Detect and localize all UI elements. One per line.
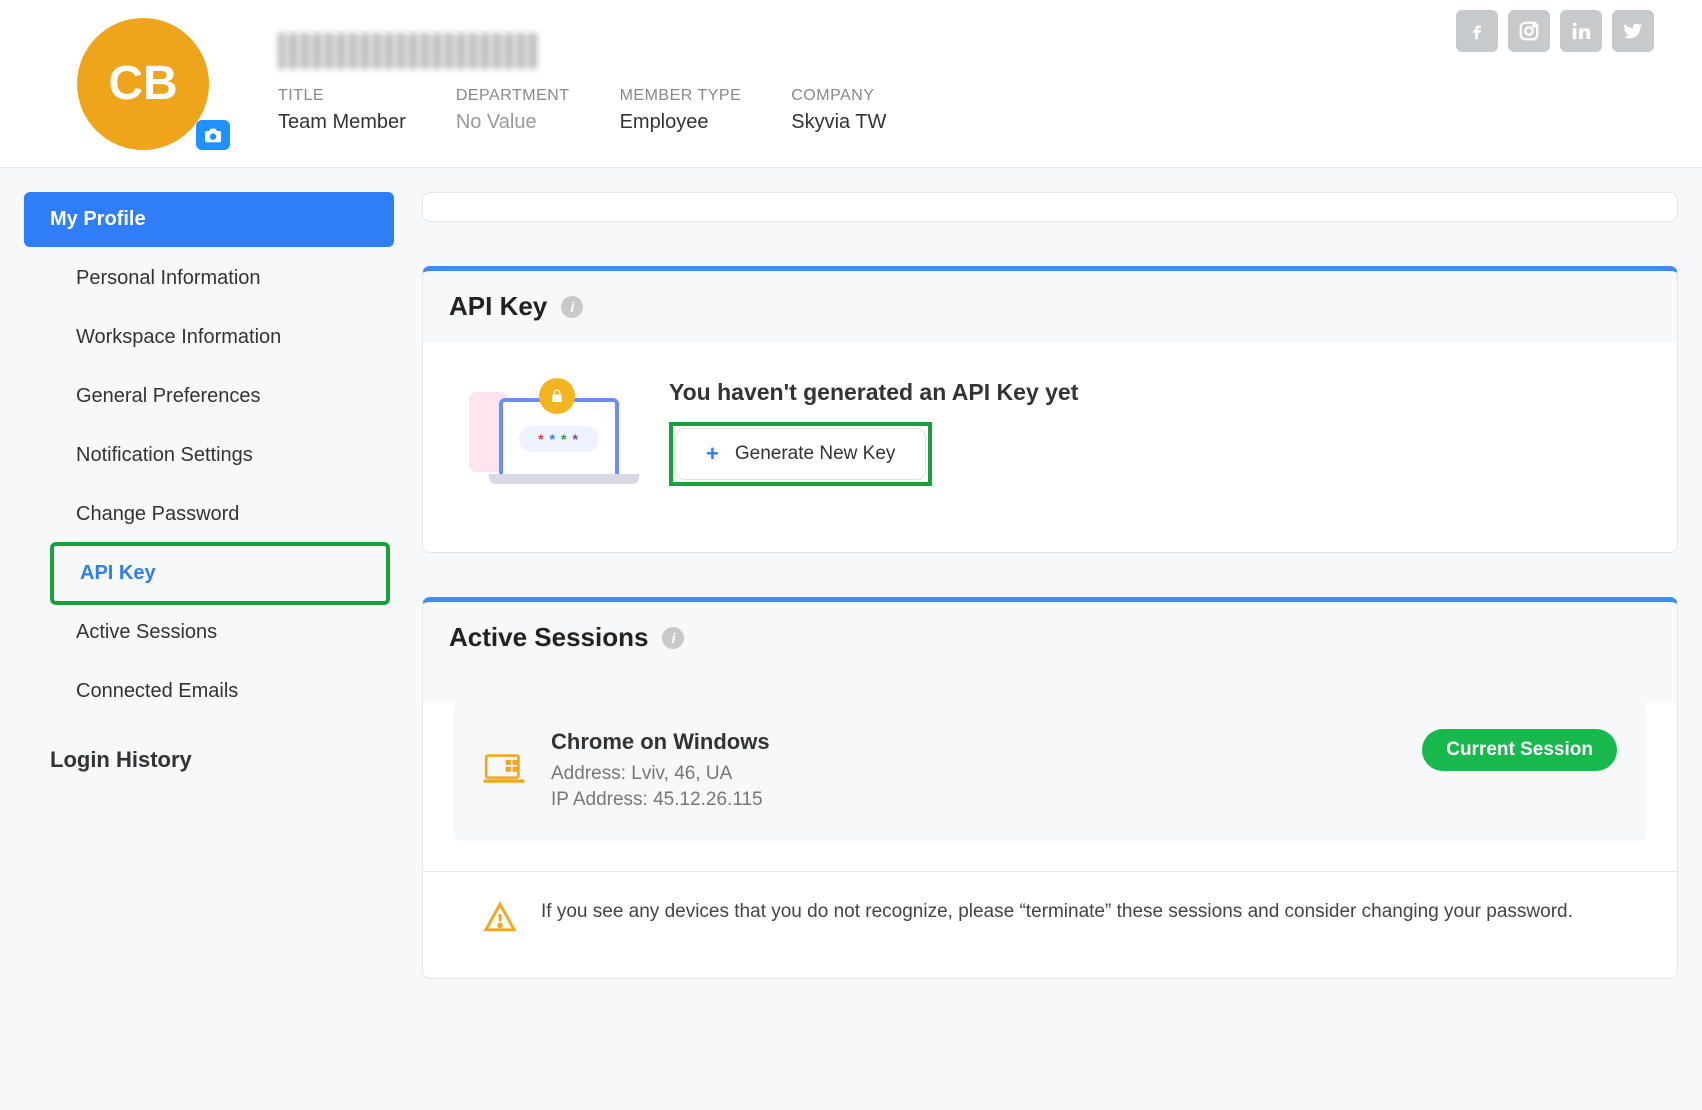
meta-title: TITLE Team Member xyxy=(278,87,406,134)
settings-sidebar: My Profile Personal Information Workspac… xyxy=(24,192,394,1023)
generate-new-key-button[interactable]: + Generate New Key xyxy=(675,428,926,480)
previous-card-edge xyxy=(422,192,1678,222)
info-icon[interactable]: i xyxy=(561,296,583,318)
sidebar-item-login-history[interactable]: Login History xyxy=(24,747,394,773)
meta-company-value: Skyvia TW xyxy=(791,111,886,134)
info-icon[interactable]: i xyxy=(662,627,684,649)
sidebar-item-workspace-info[interactable]: Workspace Information xyxy=(24,310,394,365)
twitter-icon[interactable] xyxy=(1612,10,1654,52)
sidebar-item-connected-emails[interactable]: Connected Emails xyxy=(24,664,394,719)
instagram-icon[interactable] xyxy=(1508,10,1550,52)
social-links xyxy=(1456,0,1654,52)
meta-member-value: Employee xyxy=(620,111,742,134)
meta-department: DEPARTMENT No Value xyxy=(456,87,570,134)
api-key-heading: API Key xyxy=(449,291,547,322)
meta-dept-value: No Value xyxy=(456,111,570,134)
active-sessions-card: Active Sessions i Chrome on Windows Addr… xyxy=(422,597,1678,979)
meta-title-label: TITLE xyxy=(278,87,406,105)
api-key-card: API Key i **** You haven't gener xyxy=(422,266,1678,553)
session-warning-text: If you see any devices that you do not r… xyxy=(541,898,1573,927)
session-warning: If you see any devices that you do not r… xyxy=(423,872,1677,978)
sidebar-item-active-sessions[interactable]: Active Sessions xyxy=(24,605,394,660)
api-key-illustration: **** xyxy=(469,372,629,492)
sidebar-item-general-prefs[interactable]: General Preferences xyxy=(24,369,394,424)
meta-company-label: COMPANY xyxy=(791,87,886,105)
sidebar-item-notification-settings[interactable]: Notification Settings xyxy=(24,428,394,483)
profile-header: CB TITLE Team Member DEPARTMENT No Value… xyxy=(0,0,1702,168)
sidebar-item-change-password[interactable]: Change Password xyxy=(24,487,394,542)
avatar-initials: CB xyxy=(108,56,177,111)
meta-company: COMPANY Skyvia TW xyxy=(791,87,886,134)
facebook-icon[interactable] xyxy=(1456,10,1498,52)
generate-key-highlight: + Generate New Key xyxy=(669,422,932,486)
lock-icon xyxy=(539,378,575,414)
sidebar-item-api-key[interactable]: API Key xyxy=(50,542,390,605)
device-windows-icon xyxy=(483,753,525,792)
session-device: Chrome on Windows xyxy=(551,729,770,755)
meta-member-label: MEMBER TYPE xyxy=(620,87,742,105)
plus-icon: + xyxy=(706,441,719,467)
meta-dept-label: DEPARTMENT xyxy=(456,87,570,105)
api-key-empty-message: You haven't generated an API Key yet xyxy=(669,379,1078,406)
session-ip: IP Address: 45.12.26.115 xyxy=(551,789,770,811)
avatar: CB xyxy=(77,18,209,150)
user-name-redacted xyxy=(278,33,538,69)
session-row: Chrome on Windows Address: Lviv, 46, UA … xyxy=(453,703,1647,841)
header-info: TITLE Team Member DEPARTMENT No Value ME… xyxy=(278,33,1416,134)
meta-title-value: Team Member xyxy=(278,111,406,134)
camera-icon[interactable] xyxy=(196,120,230,150)
current-session-badge: Current Session xyxy=(1422,729,1617,771)
linkedin-icon[interactable] xyxy=(1560,10,1602,52)
warning-icon xyxy=(483,900,517,944)
sidebar-item-personal-info[interactable]: Personal Information xyxy=(24,251,394,306)
generate-key-label: Generate New Key xyxy=(735,443,896,465)
avatar-container[interactable]: CB xyxy=(48,18,238,150)
active-sessions-heading: Active Sessions xyxy=(449,622,648,653)
session-address: Address: Lviv, 46, UA xyxy=(551,763,770,785)
meta-member-type: MEMBER TYPE Employee xyxy=(620,87,742,134)
main-content: API Key i **** You haven't gener xyxy=(422,192,1678,1023)
sidebar-item-my-profile[interactable]: My Profile xyxy=(24,192,394,247)
